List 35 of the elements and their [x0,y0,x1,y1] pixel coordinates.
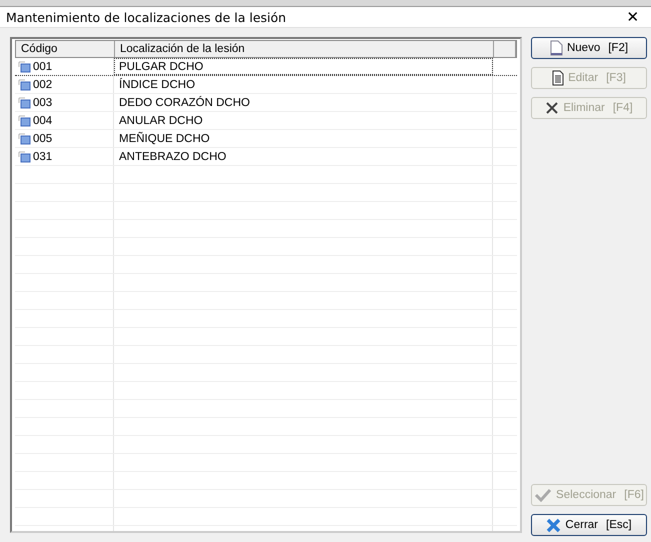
toolbar-button[interactable]: Cerrar [Esc] [531,514,647,536]
table-row[interactable]: 003 DEDO CORAZÓN DCHO [15,94,517,112]
record-icon [18,132,31,144]
record-icon [18,150,31,162]
table-cell: 002 [33,78,52,90]
column-header[interactable]: Código [16,41,115,57]
document-icon [552,70,564,86]
table-row[interactable]: 002 ÍNDICE DCHO [15,76,517,94]
toolbar-button[interactable]: Nuevo [F2] [531,37,647,59]
table-cell: ANTEBRAZO DCHO [119,150,226,162]
record-icon [18,96,31,108]
record-icon [18,60,31,72]
table-row[interactable]: 001 PULGAR DCHO [15,58,517,76]
check-icon [534,488,552,502]
table-row[interactable]: 004 ANULAR DCHO [15,112,517,130]
table-cell: MEÑIQUE DCHO [119,132,210,144]
record-icon [18,78,31,90]
table-cell: ANULAR DCHO [119,114,203,126]
page-icon [550,40,563,56]
table-cell: 004 [33,114,52,126]
table-row[interactable]: 005 MEÑIQUE DCHO [15,130,517,148]
table-cell: ÍNDICE DCHO [119,78,196,90]
cross-icon [546,518,562,532]
table-cell: 001 [33,60,52,72]
table-cell: 031 [33,150,52,162]
table-cell: DEDO CORAZÓN DCHO [119,96,250,108]
close-button[interactable]: ✕ [615,7,651,27]
table-cell: 003 [33,96,52,108]
table-cell: 005 [33,132,52,144]
column-header[interactable]: Localización de la lesión [115,41,494,57]
cross-icon [545,101,560,115]
table-cell: PULGAR DCHO [119,60,204,72]
window-title: Mantenimiento de localizaciones de la lesión [6,10,286,24]
table-row[interactable]: 031 ANTEBRAZO DCHO [15,148,517,166]
record-icon [18,114,31,126]
